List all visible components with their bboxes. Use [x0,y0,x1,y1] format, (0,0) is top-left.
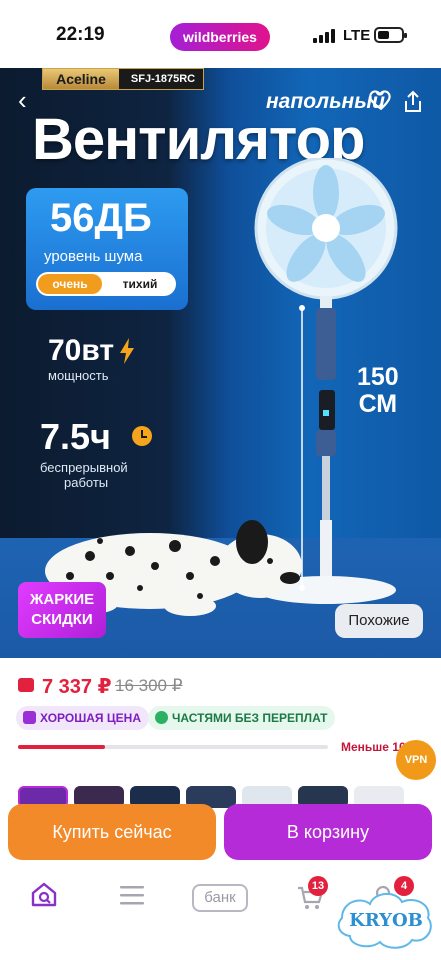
old-price: 16 300 ₽ [115,676,183,695]
watermark-text: KRYOB [349,910,423,931]
thumbs-up-icon [23,711,36,724]
noise-tag-quiet: тихий [122,277,158,291]
noise-tag-very: очень [38,274,102,294]
height-label: 150 СМ [357,364,399,418]
favorite-heart-icon[interactable] [368,86,394,112]
product-screen: 22:19 wildberries LTE Aceline SFJ-1875RC… [0,0,441,960]
power-label: мощность [48,368,109,383]
current-price: 7 337 ₽ [42,676,112,698]
wallet-icon [18,678,34,692]
clover-icon [155,711,168,724]
noise-level-card: 56ДБ уровень шума очень тихий [26,188,188,310]
lightning-icon [120,338,134,364]
cart-count-badge: 13 [308,876,328,896]
stock-progress-fill [18,745,105,749]
add-to-cart-button[interactable]: В корзину [224,804,432,860]
menu-icon[interactable] [120,886,144,906]
wildberries-logo[interactable]: wildberries [170,23,270,51]
status-time: 22:19 [56,24,105,45]
home-search-icon[interactable] [30,880,58,908]
kryob-watermark: KRYOB [337,893,432,949]
model-code: SFJ-1875RC [130,73,196,85]
noise-label: уровень шума [44,248,143,265]
similar-button[interactable]: Похожие [335,604,423,638]
noise-tag: очень тихий [36,272,176,296]
noise-value: 56ДБ [50,196,152,240]
signal-icon [313,29,335,43]
bank-tab[interactable]: банк [192,884,248,912]
power-value: 70вт [48,334,115,367]
promo-line-2: СКИДКИ [31,611,93,628]
share-icon[interactable] [402,90,424,114]
good-price-badge[interactable]: ХОРОШАЯ ЦЕНА [16,706,149,730]
good-price-label: ХОРОШАЯ ЦЕНА [40,711,141,725]
battery-icon [374,27,407,43]
height-value: 150 [357,363,399,391]
height-unit: СМ [358,390,398,418]
runtime-label-1: беспрерывной [40,460,128,475]
hot-sale-badge: ЖАРКИЕ СКИДКИ [18,582,106,638]
stock-label: Меньше 10 [341,740,406,754]
promo-line-1: ЖАРКИЕ [29,591,95,608]
clock-icon [132,426,152,446]
price-section: 7 337 ₽ 16 300 ₽ ХОРОШАЯ ЦЕНА ЧАСТЯМИ БЕ… [0,658,441,768]
back-arrow-icon[interactable]: ‹ [18,87,27,113]
buy-now-button[interactable]: Купить сейчас [8,804,216,860]
vpn-button[interactable]: VPN [396,740,436,780]
installments-label: ЧАСТЯМИ БЕЗ ПЕРЕПЛАТ [172,711,328,725]
runtime-label-2: работы [64,475,109,490]
runtime-value: 7.5ч [40,416,111,457]
stock-progress-bar [18,745,328,749]
brand-name: Aceline [43,69,119,89]
runtime-stat: 7.5ч беспрерывной работы [40,416,128,490]
network-type: LTE [343,27,371,44]
status-bar: 22:19 wildberries LTE [0,0,441,68]
product-image[interactable]: Aceline SFJ-1875RC ‹ напольный Вентилято… [0,68,441,658]
installments-badge[interactable]: ЧАСТЯМИ БЕЗ ПЕРЕПЛАТ [148,706,336,730]
brand-tag: Aceline SFJ-1875RC [42,68,204,90]
power-stat: 70вт мощность [48,334,114,383]
